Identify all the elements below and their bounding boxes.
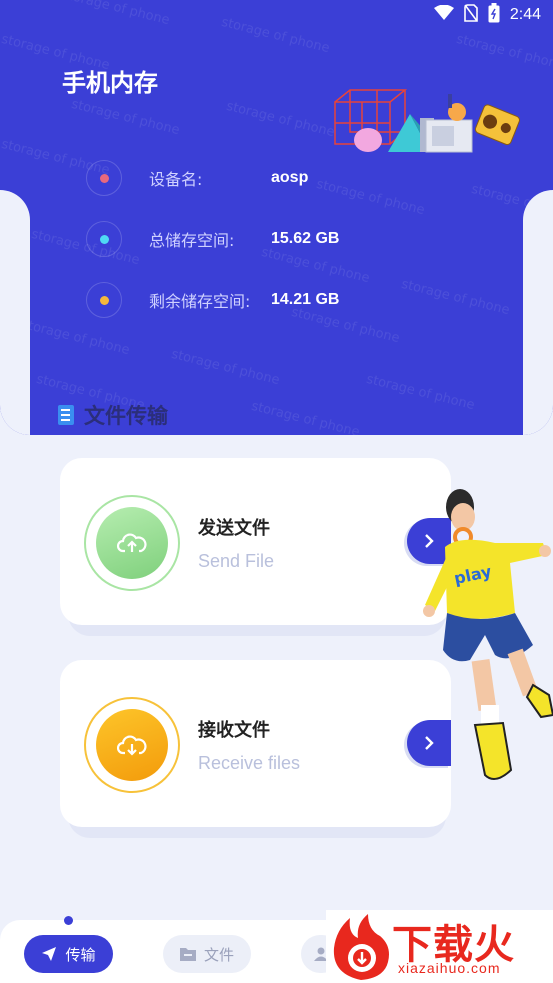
tab-files-label: 文件 [203,945,234,964]
watermark: storage of phone [69,96,182,139]
character-illustration: play [423,489,553,780]
tab-transfer-label: 传输 [65,945,96,964]
free-storage-label: 剩余储存空间: [149,292,251,311]
receive-file-card[interactable]: 接收文件 Receive files [60,660,451,827]
cloud-download-icon [96,709,168,781]
watermark: storage of phone [314,176,427,219]
document-icon [58,405,74,425]
pink-dot-icon [99,173,109,183]
battery-icon [488,3,500,27]
watermark: storage of phone [399,276,512,319]
total-storage-label: 总储存空间: [149,231,235,250]
dot-ring [86,221,122,257]
cloud-upload-icon [96,507,168,579]
tab-files[interactable]: 文件 [163,935,251,973]
free-storage-row: 剩余储存空间: 14.21 GB [86,282,339,318]
total-storage-value: 15.62 GB [271,230,340,247]
watermark: storage of phone [169,346,282,389]
send-icon-ring [84,495,180,591]
wifi-icon [433,4,454,25]
receive-file-title: 接收文件 [198,720,270,741]
brand-logo: 下载火 xiazaihuo.com [326,910,553,983]
cyan-dot-icon [99,234,109,244]
folder-icon [179,948,196,961]
send-file-subtitle: Send File [198,551,275,571]
active-indicator-dot [64,916,73,925]
send-file-title: 发送文件 [198,518,270,539]
watermark: storage of phone [454,31,553,74]
header-notch-left [0,190,30,435]
device-name-row: 设备名: aosp [86,160,308,196]
dot-ring [86,282,122,318]
device-name-value: aosp [271,169,309,186]
send-icon [42,947,57,961]
orange-dot-icon [99,295,109,305]
flame-logo-icon [333,914,389,980]
receive-icon-ring [84,697,180,793]
brand-logo-url: xiazaihuo.com [398,960,501,976]
watermark: storage of phone [219,14,332,57]
receive-file-subtitle: Receive files [198,753,301,773]
dot-ring [86,160,122,196]
send-file-card[interactable]: 发送文件 Send File [60,458,451,625]
free-storage-value: 14.21 GB [271,291,340,308]
watermark: storage of phone [224,98,337,141]
no-sim-icon [464,4,478,26]
section-title: 文件传输 [58,400,168,430]
section-title-text: 文件传输 [84,404,168,428]
device-name-label: 设备名: [149,170,203,189]
watermark: storage of phone [364,371,477,414]
total-storage-row: 总储存空间: 15.62 GB [86,221,339,257]
decorative-illustration [334,89,520,153]
watermark: storage of phone [19,316,132,359]
status-bar: 2:44 [433,3,541,27]
header-notch-right [523,190,553,435]
watermark: storage of phone [249,398,362,435]
page-title: 手机内存 [62,69,158,97]
tab-transfer[interactable]: 传输 [24,935,113,973]
watermark: storage of phone [59,0,172,29]
status-time: 2:44 [509,6,541,23]
